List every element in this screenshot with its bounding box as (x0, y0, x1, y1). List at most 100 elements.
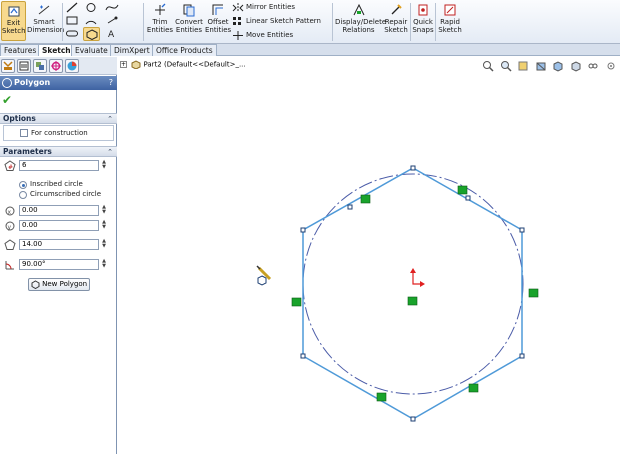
angle-icon (5, 261, 14, 270)
display-manager-tab[interactable] (65, 59, 79, 73)
diameter-input[interactable]: 14.00 (19, 239, 99, 250)
vertex-point[interactable] (410, 416, 416, 422)
svg-text:x: x (8, 209, 12, 216)
for-construction-checkbox[interactable] (20, 129, 28, 137)
inscribed-circle-label: Inscribed circle (30, 180, 83, 188)
property-manager-header: Polygon ? (0, 76, 117, 90)
sides-input[interactable]: 6 (19, 160, 99, 171)
dimxpert-manager-tab[interactable] (49, 59, 63, 73)
coincident-relation-icon[interactable] (407, 296, 418, 306)
tab-evaluate[interactable]: Evaluate (71, 44, 112, 56)
ribbon-separator (143, 3, 144, 41)
point-tool-icon[interactable] (105, 15, 119, 26)
tab-office-products[interactable]: Office Products (152, 44, 217, 56)
equal-relation-icon[interactable] (360, 194, 371, 204)
svg-text:A: A (108, 30, 115, 39)
angle-input[interactable]: 90.00° (19, 259, 99, 270)
center-x-input[interactable]: 0.00 (19, 205, 99, 216)
origin-icon (410, 268, 425, 287)
smart-dimension-icon (38, 5, 50, 15)
ribbon-separator (332, 3, 333, 41)
sketch-canvas[interactable] (118, 57, 620, 454)
arc-tool-icon[interactable] (84, 15, 98, 26)
tab-features[interactable]: Features (0, 44, 41, 56)
tab-sketch[interactable]: Sketch (38, 44, 75, 56)
polygon-tool-icon (86, 29, 98, 40)
configuration-manager-tab[interactable] (33, 59, 47, 73)
equal-relation-icon[interactable] (291, 297, 302, 307)
repair-sketch-icon (391, 4, 402, 15)
property-manager-tab[interactable] (17, 59, 31, 73)
vertex-point[interactable] (300, 353, 306, 359)
exit-sketch-button[interactable]: Exit Sketch (1, 1, 26, 41)
panel-icon-bar (0, 57, 117, 75)
vertex-point[interactable] (519, 353, 525, 359)
linear-sketch-pattern-button[interactable]: Linear Sketch Pattern (246, 17, 321, 26)
options-header-label: Options (3, 114, 36, 123)
circle-tool-icon[interactable] (84, 2, 98, 13)
spline-tool-icon[interactable] (105, 2, 119, 13)
vertex-point[interactable] (300, 227, 306, 233)
feature-manager-tab[interactable] (1, 59, 15, 73)
new-polygon-label: New Polygon (42, 280, 88, 288)
equal-relation-icon[interactable] (528, 288, 539, 298)
display-delete-relations-button[interactable]: Display/Delete Relations (335, 1, 386, 34)
center-y-spinner[interactable]: ▲ ▼ (101, 220, 107, 231)
quick-snaps-button[interactable]: Quick Snaps (412, 1, 434, 34)
circumscribed-circle-radio[interactable] (19, 191, 27, 199)
center-y-input[interactable]: 0.00 (19, 220, 99, 231)
center-y-icon: y (5, 221, 15, 231)
offset-entities-icon (212, 4, 223, 15)
vertex-point[interactable] (410, 165, 416, 171)
new-polygon-button[interactable]: New Polygon (28, 278, 90, 291)
vertex-point[interactable] (519, 227, 525, 233)
parameters-header-label: Parameters (3, 147, 52, 156)
smart-dimension-button[interactable]: Smart Dimension (27, 1, 65, 34)
smart-dimension-label: Smart Dimension (27, 18, 65, 34)
help-button[interactable]: ? (109, 76, 113, 90)
feature-tree-icon (3, 61, 13, 70)
parameters-group-header[interactable]: Parameters ⌃ (0, 146, 117, 157)
line-tool-icon[interactable] (65, 2, 79, 13)
convert-entities-button[interactable]: Convert Entities (174, 1, 204, 34)
offset-entities-button[interactable]: Offset Entities (205, 1, 231, 34)
new-polygon-icon (31, 279, 40, 289)
tab-dimxpert[interactable]: DimXpert (110, 44, 154, 56)
ribbon-separator (410, 3, 411, 41)
hexagon-sketch[interactable] (302, 167, 523, 420)
repair-sketch-button[interactable]: Repair Sketch (383, 1, 409, 34)
vertex-handles[interactable] (300, 165, 525, 422)
trim-entities-button[interactable]: Trim Entities (146, 1, 174, 34)
rapid-sketch-label: Rapid Sketch (438, 18, 462, 34)
graphics-area[interactable]: + Part2 (Default<<Default>_... (118, 57, 620, 454)
mirror-entities-button[interactable]: Mirror Entities (246, 3, 295, 12)
equal-relation-icon[interactable] (468, 383, 479, 393)
center-x-icon: x (5, 206, 15, 216)
relations-icon (353, 3, 364, 16)
diameter-spinner[interactable]: ▲ ▼ (101, 239, 107, 250)
sides-spinner[interactable]: ▲ ▼ (101, 160, 107, 171)
collapse-icon: ⌃ (107, 115, 113, 123)
text-tool-icon[interactable]: A (105, 28, 119, 39)
move-entities-button[interactable]: Move Entities (246, 31, 293, 40)
rectangle-tool-icon[interactable] (65, 15, 79, 26)
collapse-icon: ⌃ (107, 148, 113, 156)
linear-pattern-icon (233, 17, 241, 25)
inscribed-circle-radio[interactable] (19, 181, 27, 189)
rapid-sketch-icon (444, 4, 456, 16)
dimxpert-icon (51, 61, 61, 71)
midpoint[interactable] (465, 195, 471, 201)
polygon-tool-button[interactable] (83, 27, 100, 41)
angle-spinner[interactable]: ▲ ▼ (101, 259, 107, 270)
slot-tool-icon[interactable] (65, 28, 79, 39)
center-x-spinner[interactable]: ▲ ▼ (101, 205, 107, 216)
number-of-sides-icon: # (4, 160, 16, 171)
midpoint[interactable] (347, 204, 353, 210)
rapid-sketch-button[interactable]: Rapid Sketch (437, 1, 463, 34)
repair-sketch-label: Repair Sketch (384, 18, 408, 34)
equal-relation-icon[interactable] (376, 392, 387, 402)
options-group-header[interactable]: Options ⌃ (0, 113, 117, 124)
property-sheet-icon (19, 61, 29, 71)
ok-check-icon[interactable]: ✔ (2, 93, 12, 107)
equal-relation-icon[interactable] (457, 185, 468, 195)
